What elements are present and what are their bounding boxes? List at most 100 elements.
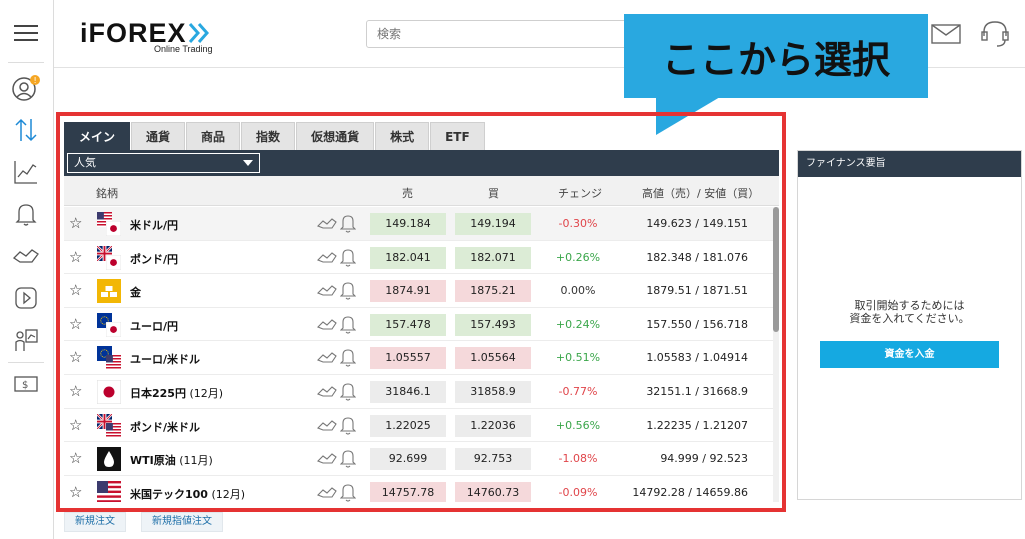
favorite-star-icon[interactable]: ☆ (69, 315, 82, 333)
table-row[interactable]: ☆ 金 1874.91 1875.21 0.00% 1879.51 / 1871.51 (64, 274, 773, 308)
instrument-name: 米国テック100 (12月) (130, 486, 245, 502)
trade-chart-icon[interactable] (317, 417, 337, 436)
instrument-flag-icon (96, 379, 122, 405)
sell-price-button[interactable]: 92.699 (370, 448, 446, 471)
table-header: 銘柄 売 買 チェンジ 高値（売）/ 安値（買） (64, 176, 779, 206)
col-highlow: 高値（売）/ 安値（買） (642, 187, 760, 200)
price-alert-bell-icon[interactable] (339, 347, 357, 370)
col-sell: 売 (402, 187, 413, 200)
panel-message-line2: 資金を入れてください。 (849, 312, 970, 325)
account-icon[interactable]: ! (10, 74, 42, 102)
trade-chart-icon[interactable] (317, 215, 337, 234)
price-alert-bell-icon[interactable] (339, 314, 357, 337)
change-percent: -1.08% (558, 452, 598, 466)
alerts-bell-icon[interactable] (10, 200, 42, 228)
table-row[interactable]: ☆ ユーロ/米ドル 1.05557 1.05564 +0.51% 1.05583 / 1.… (64, 341, 773, 375)
favorite-star-icon[interactable]: ☆ (69, 248, 82, 266)
buy-price-button[interactable]: 157.493 (455, 313, 531, 336)
trade-chart-icon[interactable] (317, 316, 337, 335)
tab-main[interactable]: メイン (64, 122, 131, 150)
price-alert-bell-icon[interactable] (339, 247, 357, 270)
favorite-star-icon[interactable]: ☆ (69, 214, 82, 232)
price-alert-bell-icon[interactable] (339, 448, 357, 471)
instrument-contract: (11月) (175, 454, 213, 468)
list-scrollbar[interactable] (773, 207, 779, 502)
category-select[interactable]: 人気 (67, 153, 260, 173)
sell-price-button[interactable]: 149.184 (370, 213, 446, 235)
table-row[interactable]: ☆ 米ドル/円 149.184 149.194 -0.30% 149.623 / 149.… (64, 207, 773, 241)
analyst-icon[interactable] (10, 326, 42, 354)
favorite-star-icon[interactable]: ☆ (69, 348, 82, 366)
sell-price-button[interactable]: 182.041 (370, 246, 446, 269)
handshake-icon[interactable] (10, 242, 42, 270)
trade-chart-icon[interactable] (317, 383, 337, 402)
buy-price-button[interactable]: 92.753 (455, 448, 531, 471)
table-row[interactable]: ☆ WTI原油 (11月) 92.699 92.753 -1.08% 94.999 / 9… (64, 442, 773, 476)
category-select-value: 人気 (74, 156, 96, 169)
favorite-star-icon[interactable]: ☆ (69, 449, 82, 467)
price-alert-bell-icon[interactable] (339, 415, 357, 438)
buy-price-button[interactable]: 149.194 (455, 213, 531, 235)
table-row[interactable]: ☆ ポンド/米ドル 1.22025 1.22036 +0.56% 1.22235 / 1.… (64, 409, 773, 443)
finance-summary-panel: ファイナンス要旨 取引開始するためには 資金を入れてください。 資金を入金 (797, 150, 1022, 500)
buy-price-button[interactable]: 1.22036 (455, 414, 531, 437)
price-alert-bell-icon[interactable] (339, 280, 357, 303)
tab-crypto[interactable]: 仮想通貨 (296, 122, 375, 150)
favorite-star-icon[interactable]: ☆ (69, 416, 82, 434)
trade-chart-icon[interactable] (317, 450, 337, 469)
trade-chart-icon[interactable] (317, 484, 337, 502)
favorite-star-icon[interactable]: ☆ (69, 483, 82, 501)
buy-price-button[interactable]: 14760.73 (455, 481, 531, 502)
tab-currency[interactable]: 通貨 (131, 122, 186, 150)
sell-price-button[interactable]: 14757.78 (370, 481, 446, 502)
instrument-name-main: ユーロ/米ドル (130, 353, 201, 367)
buy-price-button[interactable]: 31858.9 (455, 380, 531, 403)
price-alert-bell-icon[interactable] (339, 213, 357, 236)
sell-price-button[interactable]: 1874.91 (370, 280, 446, 303)
panel-message-line1: 取引開始するためには (854, 299, 965, 312)
trade-chart-icon[interactable] (317, 282, 337, 301)
favorite-star-icon[interactable]: ☆ (69, 281, 82, 299)
tab-etf[interactable]: ETF (430, 122, 485, 150)
support-headset-icon[interactable] (978, 18, 1012, 50)
callout-banner: ここから選択 (624, 14, 928, 98)
high-low-range: 1.05583 / 1.04914 (646, 351, 748, 365)
high-low-range: 1879.51 / 1871.51 (646, 284, 748, 298)
price-alert-bell-icon[interactable] (339, 482, 357, 502)
sell-price-button[interactable]: 157.478 (370, 313, 446, 336)
change-percent: +0.24% (555, 317, 601, 331)
tab-stocks[interactable]: 株式 (375, 122, 430, 150)
change-percent: -0.30% (558, 217, 598, 230)
sell-price-button[interactable]: 1.22025 (370, 414, 446, 437)
video-play-icon[interactable] (10, 284, 42, 312)
tab-indices[interactable]: 指数 (241, 122, 296, 150)
table-row[interactable]: ☆ ポンド/円 182.041 182.071 +0.26% 182.348 / 181.… (64, 241, 773, 275)
instrument-name-main: ポンド/米ドル (130, 420, 201, 434)
new-order-button[interactable]: 新規注文 (64, 512, 126, 532)
deposit-dollar-icon[interactable]: $ (10, 370, 42, 398)
chart-icon[interactable] (10, 158, 42, 186)
price-alert-bell-icon[interactable] (339, 381, 357, 404)
buy-price-button[interactable]: 1.05564 (455, 347, 531, 370)
trade-chart-icon[interactable] (317, 249, 337, 268)
table-row[interactable]: ☆ 日本225円 (12月) 31846.1 31858.9 -0.77% 32151.1… (64, 375, 773, 409)
high-low-range: 14792.28 / 14659.86 (632, 485, 748, 499)
trade-chart-icon[interactable] (317, 349, 337, 368)
search-input[interactable] (366, 20, 636, 48)
new-limit-order-button[interactable]: 新規指値注文 (141, 512, 223, 532)
trade-arrows-icon[interactable] (10, 116, 42, 144)
buy-price-button[interactable]: 182.071 (455, 246, 531, 269)
table-row[interactable]: ☆ 米国テック100 (12月) 14757.78 14760.73 -0.09% 147… (64, 476, 773, 502)
sell-price-button[interactable]: 31846.1 (370, 380, 446, 403)
instrument-flag-icon (97, 212, 121, 236)
buy-price-button[interactable]: 1875.21 (455, 280, 531, 303)
sell-price-button[interactable]: 1.05557 (370, 347, 446, 370)
scrollbar-thumb[interactable] (773, 207, 779, 332)
favorite-star-icon[interactable]: ☆ (69, 382, 82, 400)
mail-icon[interactable] (930, 18, 964, 50)
menu-icon[interactable] (10, 19, 42, 47)
panel-title: ファイナンス要旨 (798, 151, 1021, 177)
tab-commodities[interactable]: 商品 (186, 122, 241, 150)
deposit-button[interactable]: 資金を入金 (820, 341, 999, 368)
table-row[interactable]: ☆ ユーロ/円 157.478 157.493 +0.24% 157.550 / 156.… (64, 308, 773, 342)
